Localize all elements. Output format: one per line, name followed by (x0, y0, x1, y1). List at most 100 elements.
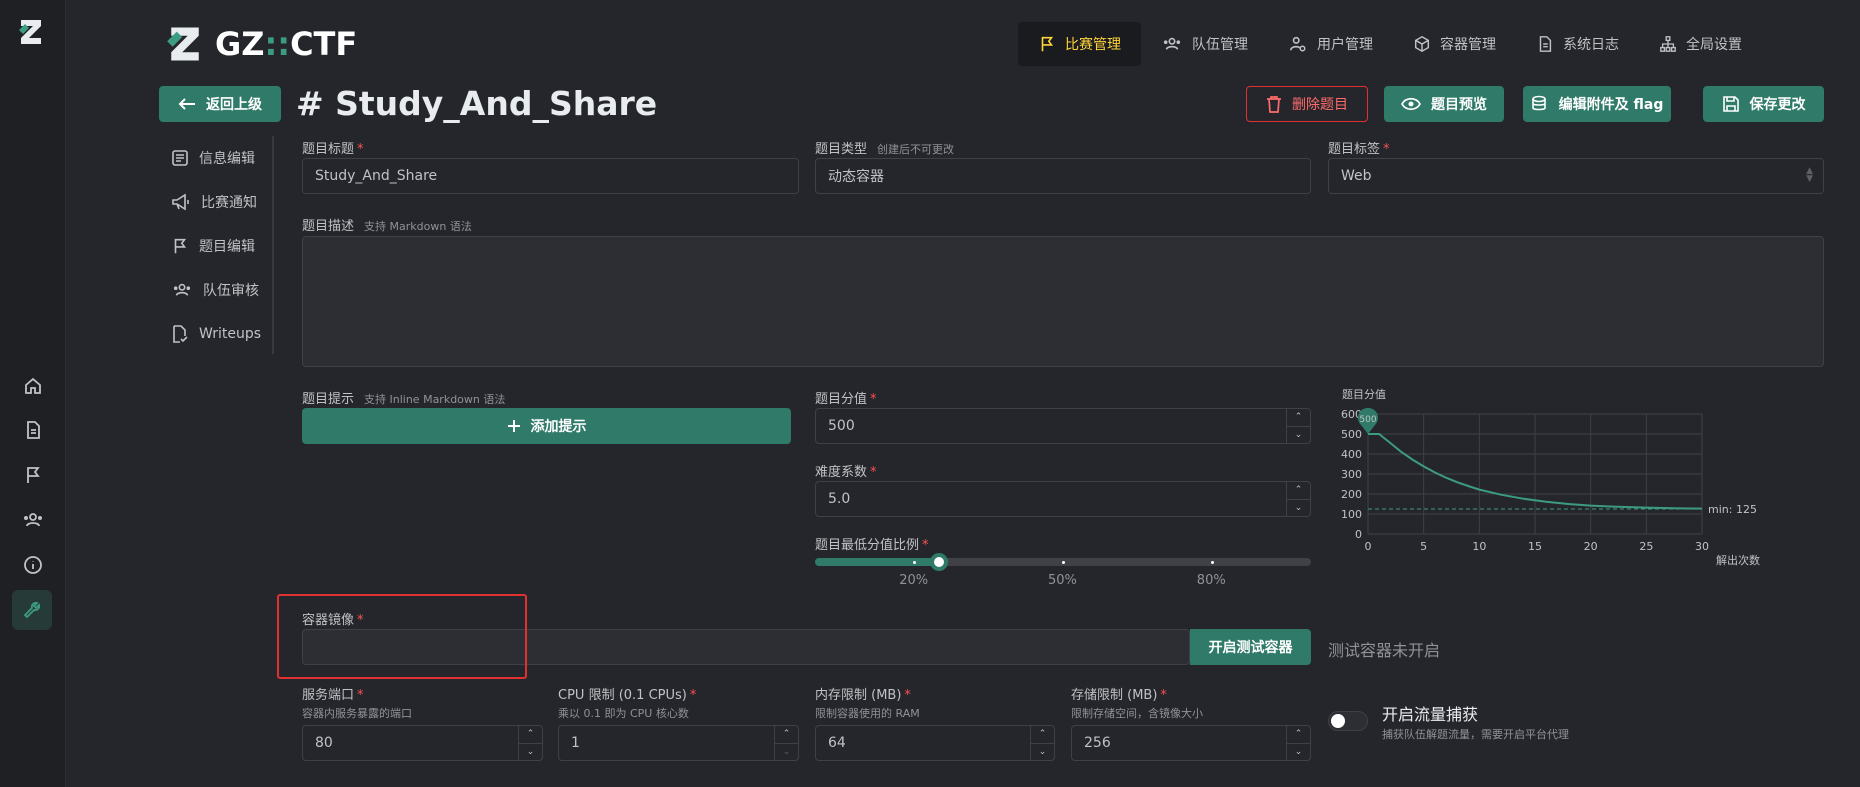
y-tick-label: 200 (1341, 488, 1362, 501)
x-axis-label: 解出次数 (1716, 553, 1760, 567)
user-cog-icon (1289, 36, 1306, 52)
document-icon[interactable] (17, 414, 49, 446)
port-field-label: 服务端口 * (302, 688, 364, 703)
users-icon[interactable] (17, 504, 49, 536)
storage-field-label: 存储限制 (MB) * (1071, 688, 1167, 703)
select-chevron-icon: ▲ ▼ (1806, 166, 1813, 184)
slider-mark-label: 20% (899, 573, 929, 588)
chevron-down-icon[interactable]: ⌄ (1031, 744, 1054, 761)
score-value: 500 (828, 418, 855, 434)
chevron-up-icon[interactable]: ⌃ (519, 726, 542, 744)
port-stepper[interactable]: ⌃ ⌄ (518, 726, 542, 760)
memory-stepper[interactable]: ⌃ ⌄ (1030, 726, 1054, 760)
chevron-down-icon[interactable]: ⌄ (519, 744, 542, 761)
save-button[interactable]: 保存更改 (1703, 86, 1824, 122)
topnav-label: 全局设置 (1686, 37, 1742, 53)
score-input[interactable]: 500 ⌃ ⌄ (815, 408, 1311, 444)
chevron-up-icon[interactable]: ⌃ (1287, 482, 1310, 500)
brand[interactable]: GZ::CTF (163, 18, 357, 70)
description-field-label: 题目描述 支持 Markdown 语法 (302, 219, 472, 234)
x-tick-label: 20 (1584, 540, 1598, 553)
back-button[interactable]: 返回上级 (159, 86, 281, 122)
storage-stepper[interactable]: ⌃ ⌄ (1286, 726, 1310, 760)
app-logo-icon[interactable] (15, 16, 47, 48)
start-test-container-button[interactable]: 开启测试容器 (1190, 629, 1311, 665)
difficulty-field-label: 难度系数 * (815, 465, 877, 480)
sidenav-writeups[interactable]: Writeups (164, 312, 272, 356)
preview-label: 题目预览 (1431, 97, 1487, 113)
score-field-label: 题目分值 * (815, 392, 877, 407)
back-button-label: 返回上级 (206, 97, 262, 113)
hints-field-label: 题目提示 支持 Inline Markdown 语法 (302, 392, 506, 407)
tag-select[interactable]: Web ▲ ▼ (1328, 158, 1824, 194)
chart-title: 题目分值 (1342, 388, 1386, 401)
topnav-label: 容器管理 (1440, 37, 1496, 53)
chevron-down-icon[interactable]: ⌄ (775, 744, 798, 761)
sidenav-notices[interactable]: 比赛通知 (164, 180, 272, 224)
min-score-label: min: 125 (1708, 503, 1757, 516)
edit-attachments-button[interactable]: 编辑附件及 flag (1523, 86, 1671, 122)
edit-attachments-label: 编辑附件及 flag (1558, 97, 1664, 113)
difficulty-stepper[interactable]: ⌃ ⌄ (1286, 482, 1310, 516)
slider-fill (815, 558, 939, 566)
delete-challenge-button[interactable]: 删除题目 (1246, 86, 1368, 122)
sitemap-icon (1660, 36, 1676, 52)
traffic-capture-toggle[interactable] (1328, 711, 1368, 731)
memory-value: 64 (828, 735, 846, 751)
topnav-global-settings[interactable]: 全局设置 (1639, 22, 1762, 66)
add-hint-button[interactable]: 添加提示 (302, 408, 791, 444)
y-tick-label: 0 (1355, 528, 1362, 541)
x-tick-label: 10 (1472, 540, 1486, 553)
chevron-up-icon[interactable]: ⌃ (1287, 409, 1310, 427)
difficulty-input[interactable]: 5.0 ⌃ ⌄ (815, 481, 1311, 517)
cpu-value: 1 (571, 735, 580, 751)
topnav-team-admin[interactable]: 队伍管理 (1141, 22, 1268, 66)
cpu-stepper[interactable]: ⌃ ⌄ (774, 726, 798, 760)
traffic-capture-sub: 捕获队伍解题流量，需要开启平台代理 (1382, 728, 1569, 741)
topnav-user-admin[interactable]: 用户管理 (1268, 22, 1393, 66)
save-label: 保存更改 (1749, 97, 1806, 113)
port-field-sub: 容器内服务暴露的端口 (302, 707, 412, 720)
topnav-label: 系统日志 (1563, 37, 1619, 53)
home-icon[interactable] (17, 370, 49, 402)
chevron-up-icon[interactable]: ⌃ (1287, 726, 1310, 744)
topnav-system-logs[interactable]: 系统日志 (1516, 22, 1639, 66)
chevron-up-icon[interactable]: ⌃ (1031, 726, 1054, 744)
flag-icon[interactable] (17, 459, 49, 491)
chevron-up-icon[interactable]: ⌃ (775, 726, 798, 744)
storage-input[interactable]: 256 ⌃ ⌄ (1071, 725, 1311, 761)
y-tick-label: 500 (1341, 428, 1362, 441)
type-input[interactable]: 动态容器 (815, 158, 1311, 194)
chevron-down-icon[interactable]: ⌄ (1287, 500, 1310, 517)
port-input[interactable]: 80 ⌃ ⌄ (302, 725, 543, 761)
y-tick-label: 300 (1341, 468, 1362, 481)
preview-button[interactable]: 题目预览 (1384, 86, 1504, 122)
chevron-down-icon[interactable]: ⌄ (1287, 427, 1310, 444)
sidenav-challenge-edit[interactable]: 题目编辑 (164, 224, 272, 268)
info-edit-icon (172, 150, 188, 166)
topnav-game-admin[interactable]: 比赛管理 (1018, 22, 1141, 66)
memory-input[interactable]: 64 ⌃ ⌄ (815, 725, 1055, 761)
score-curve-chart: 题目分值01002003004005006000 5 10 15 20 25 30解出次数m… (1341, 388, 1760, 567)
x-tick-label: 25 (1639, 540, 1653, 553)
memory-field-label: 内存限制 (MB) * (815, 688, 911, 703)
slider-thumb[interactable] (930, 553, 948, 571)
brand-logo-icon (167, 27, 199, 61)
score-stepper[interactable]: ⌃ ⌄ (1286, 409, 1310, 443)
cpu-field-label: CPU 限制 (0.1 CPUs) * (558, 688, 697, 703)
min-ratio-slider[interactable] (815, 553, 1311, 571)
wrench-icon[interactable] (12, 590, 52, 630)
sidenav-info-edit[interactable]: 信息编辑 (164, 136, 272, 180)
description-textarea[interactable] (302, 236, 1824, 367)
title-input[interactable]: Study_And_Share (302, 158, 799, 194)
delete-label: 删除题目 (1292, 97, 1348, 113)
topnav-container-admin[interactable]: 容器管理 (1393, 22, 1516, 66)
info-icon[interactable] (17, 549, 49, 581)
users-icon (1163, 37, 1181, 50)
chevron-down-icon[interactable]: ⌄ (1287, 744, 1310, 761)
cpu-input[interactable]: 1 ⌃ ⌄ (558, 725, 799, 761)
sidenav-label: 队伍审核 (203, 283, 259, 299)
toggle-knob (1331, 714, 1345, 728)
tag-field-label: 题目标签 * (1328, 142, 1390, 157)
sidenav-team-review[interactable]: 队伍审核 (164, 268, 272, 312)
